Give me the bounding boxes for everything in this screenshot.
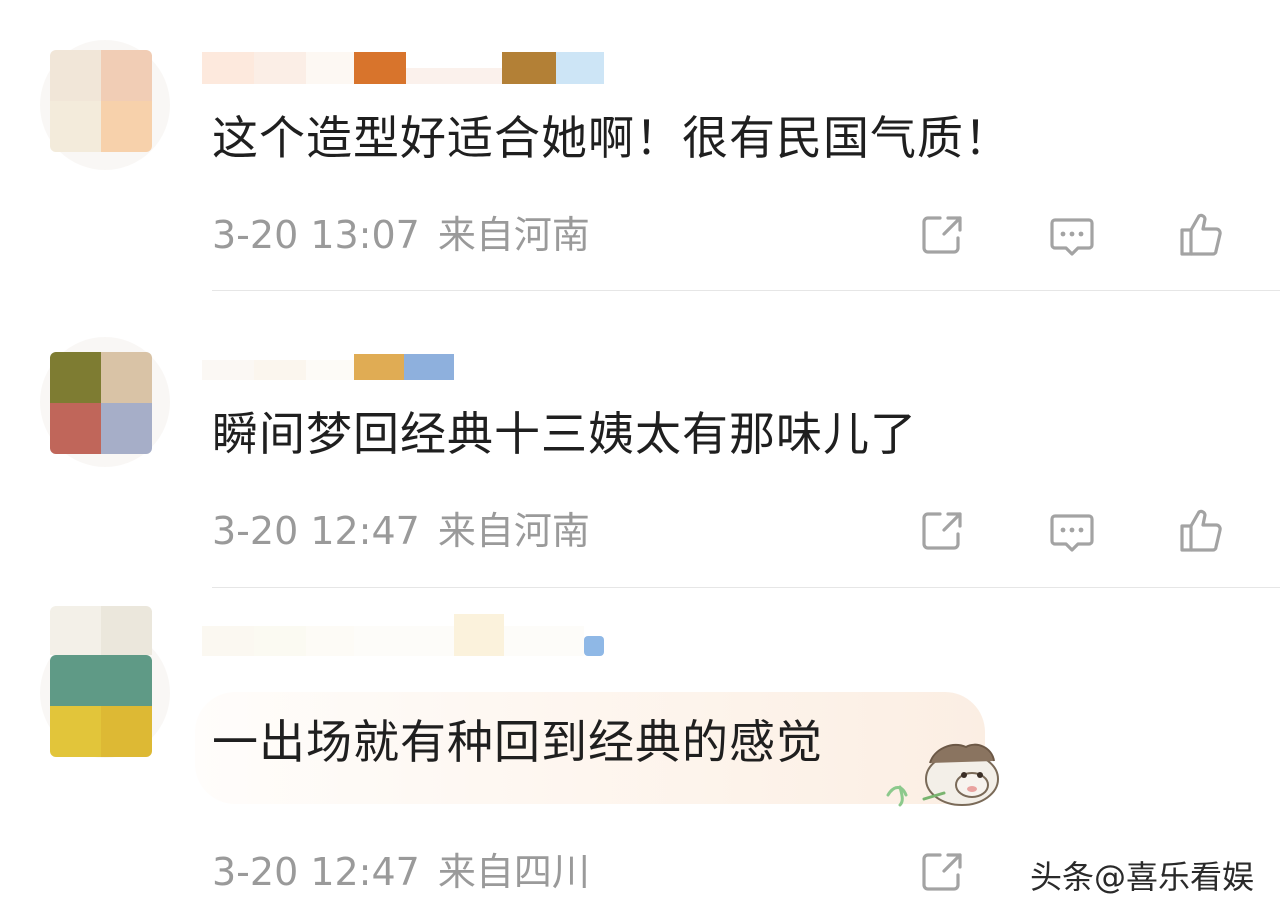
username-blurred[interactable] [202, 344, 454, 380]
share-button[interactable] [918, 847, 968, 897]
avatar[interactable] [50, 50, 152, 152]
thumbs-up-icon [1180, 509, 1222, 552]
avatar-top [50, 606, 152, 655]
share-icon [922, 216, 962, 254]
comment-icon [1050, 514, 1094, 552]
avatar-tile [50, 606, 101, 655]
avatar-tile [50, 50, 101, 101]
avatar-tile [50, 101, 101, 152]
like-button[interactable] [1176, 210, 1226, 260]
comment-text: 一出场就有种回到经典的感觉 [212, 715, 823, 769]
comment-meta: 3-20 13:07 来自河南 [212, 210, 590, 260]
watermark: 头条@喜乐看娱 [1029, 858, 1254, 896]
comment-location: 来自四川 [437, 850, 590, 894]
avatar[interactable] [50, 352, 152, 454]
comment-icon [1050, 218, 1094, 256]
comment-meta: 3-20 12:47 来自四川 [212, 847, 590, 897]
avatar-tile [50, 403, 101, 454]
reply-button[interactable] [1047, 506, 1097, 556]
avatar-tile [50, 655, 101, 706]
comment-location: 来自河南 [437, 213, 590, 257]
avatar-tile [101, 655, 152, 706]
avatar-tile [101, 352, 152, 403]
avatar-tile [50, 352, 101, 403]
divider [212, 587, 1280, 588]
avatar-tile [101, 606, 152, 655]
comment-text: 这个造型好适合她啊！很有民国气质！ [212, 111, 1011, 165]
username-blurred[interactable] [202, 48, 604, 84]
comment-location: 来自河南 [437, 509, 590, 553]
share-button[interactable] [918, 506, 968, 556]
avatar-tile [101, 101, 152, 152]
avatar[interactable] [50, 655, 152, 757]
reply-button[interactable] [1047, 210, 1097, 260]
like-button[interactable] [1176, 506, 1226, 556]
avatar-tile [101, 706, 152, 757]
thumbs-up-icon [1180, 213, 1222, 256]
avatar-tile [50, 706, 101, 757]
avatar-tile [101, 403, 152, 454]
comment-meta: 3-20 12:47 来自河南 [212, 506, 590, 556]
sheep-sticker-icon [886, 743, 999, 807]
share-button[interactable] [918, 210, 968, 260]
comment-time: 3-20 12:47 [212, 509, 420, 553]
comment-time: 3-20 13:07 [212, 213, 420, 257]
username-blurred[interactable] [202, 614, 604, 656]
divider [212, 290, 1280, 291]
comment-text: 瞬间梦回经典十三姨太有那味儿了 [212, 407, 917, 461]
share-icon [922, 853, 962, 891]
share-icon [922, 512, 962, 550]
comment-time: 3-20 12:47 [212, 850, 420, 894]
avatar-tile [101, 50, 152, 101]
